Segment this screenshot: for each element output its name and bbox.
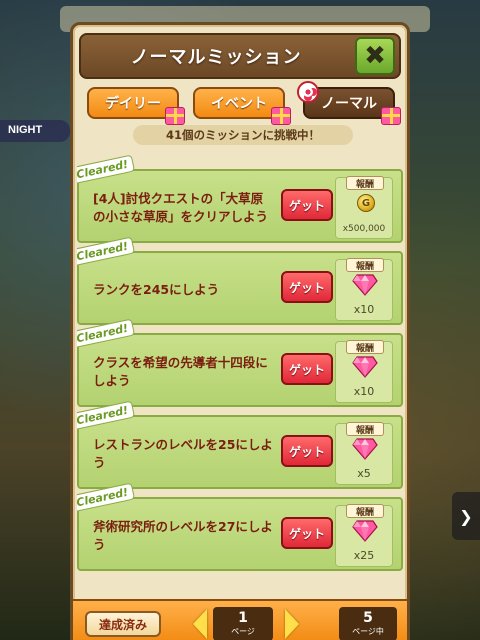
total-pages-box: 5 ページ中 <box>339 607 397 640</box>
reward-box: 報酬 x10 <box>335 340 393 403</box>
reward-label: 報酬 <box>346 340 384 354</box>
reward-label: 報酬 <box>346 258 384 272</box>
get-reward-button[interactable]: ゲット <box>281 435 333 467</box>
panel-title: ノーマルミッション <box>130 47 302 68</box>
gift-icon <box>381 107 401 125</box>
mission-text: ランクを245にしよう <box>93 282 220 297</box>
side-arrow-icon[interactable]: ❯ <box>452 492 480 540</box>
next-page-icon[interactable] <box>285 609 299 639</box>
cleared-badge: Cleared! <box>77 154 135 185</box>
mission-text: レストランのレベルを25にしよう <box>93 437 273 470</box>
reward-label: 報酬 <box>346 504 384 518</box>
mission-item: Cleared! 斧術研究所のレベルを27にしよう ゲット 報酬 x25 <box>77 482 403 571</box>
mission-item: Cleared! レストランのレベルを25にしよう ゲット 報酬 x5 <box>77 400 403 489</box>
mission-list[interactable]: Cleared! [4人]討伐クエストの「大草原の小さな草原」をクリアしよう ゲ… <box>77 147 403 583</box>
night-indicator: NIGHT <box>0 120 70 142</box>
current-page-unit: ページ <box>231 627 255 636</box>
reward-label: 報酬 <box>346 422 384 436</box>
mission-text: クラスを希望の先導者十四段にしよう <box>93 355 268 388</box>
close-icon: ✖ <box>364 41 386 71</box>
reward-label: 報酬 <box>346 176 384 190</box>
get-reward-button[interactable]: ゲット <box>281 353 333 385</box>
challenge-count-banner: 41個のミッションに挑戦中！ <box>133 125 353 145</box>
coin-icon: G <box>357 194 375 212</box>
mission-text: [4人]討伐クエストの「大草原の小さな草原」をクリアしよう <box>93 191 269 224</box>
gem-icon <box>352 520 378 542</box>
gift-icon <box>165 107 185 125</box>
reward-quantity: x500,000 <box>342 224 386 234</box>
reward-box: 報酬 x25 <box>335 504 393 567</box>
panel-header: ノーマルミッション ✖ <box>79 33 401 79</box>
mission-tabs: デイリー イベント ノーマル <box>85 81 403 125</box>
mission-item: Cleared! クラスを希望の先導者十四段にしよう ゲット 報酬 x10 <box>77 318 403 407</box>
reward-quantity: x10 <box>353 385 375 398</box>
tab-daily[interactable]: デイリー <box>87 87 185 125</box>
tab-event[interactable]: イベント <box>193 87 291 125</box>
gem-icon <box>352 274 378 296</box>
get-reward-button[interactable]: ゲット <box>281 517 333 549</box>
gem-icon <box>352 356 378 378</box>
tab-daily-label: デイリー <box>105 96 161 112</box>
reward-box: 報酬 G x500,000 <box>335 176 393 239</box>
tab-normal[interactable]: ノーマル <box>297 81 401 125</box>
reward-box: 報酬 x10 <box>335 258 393 321</box>
pagination-footer: 達成済み 1 ページ 5 ページ中 <box>73 599 407 640</box>
reward-box: 報酬 x5 <box>335 422 393 485</box>
tab-event-label: イベント <box>211 96 267 112</box>
reward-quantity: x25 <box>353 549 375 562</box>
close-button[interactable]: ✖ <box>355 37 395 75</box>
get-reward-button[interactable]: ゲット <box>281 271 333 303</box>
gem-icon <box>352 438 378 460</box>
reward-quantity: x10 <box>353 303 375 316</box>
flower-badge-icon <box>297 81 319 103</box>
reward-quantity: x5 <box>357 467 371 480</box>
tab-normal-label: ノーマル <box>321 96 377 112</box>
gift-icon <box>271 107 291 125</box>
total-pages-number: 5 <box>363 610 373 626</box>
current-page-box: 1 ページ <box>213 607 273 640</box>
get-reward-button[interactable]: ゲット <box>281 189 333 221</box>
mission-item: Cleared! ランクを245にしよう ゲット 報酬 x10 <box>77 236 403 325</box>
prev-page-icon[interactable] <box>193 609 207 639</box>
mission-item: Cleared! [4人]討伐クエストの「大草原の小さな草原」をクリアしよう ゲ… <box>77 154 403 243</box>
mission-text: 斧術研究所のレベルを27にしよう <box>93 519 273 552</box>
mission-panel: ノーマルミッション ✖ デイリー イベント ノーマル 41個のミッションに挑戦中… <box>70 22 410 640</box>
current-page-number: 1 <box>238 610 248 626</box>
total-pages-unit: ページ中 <box>352 627 384 636</box>
completed-filter-button[interactable]: 達成済み <box>85 611 161 637</box>
